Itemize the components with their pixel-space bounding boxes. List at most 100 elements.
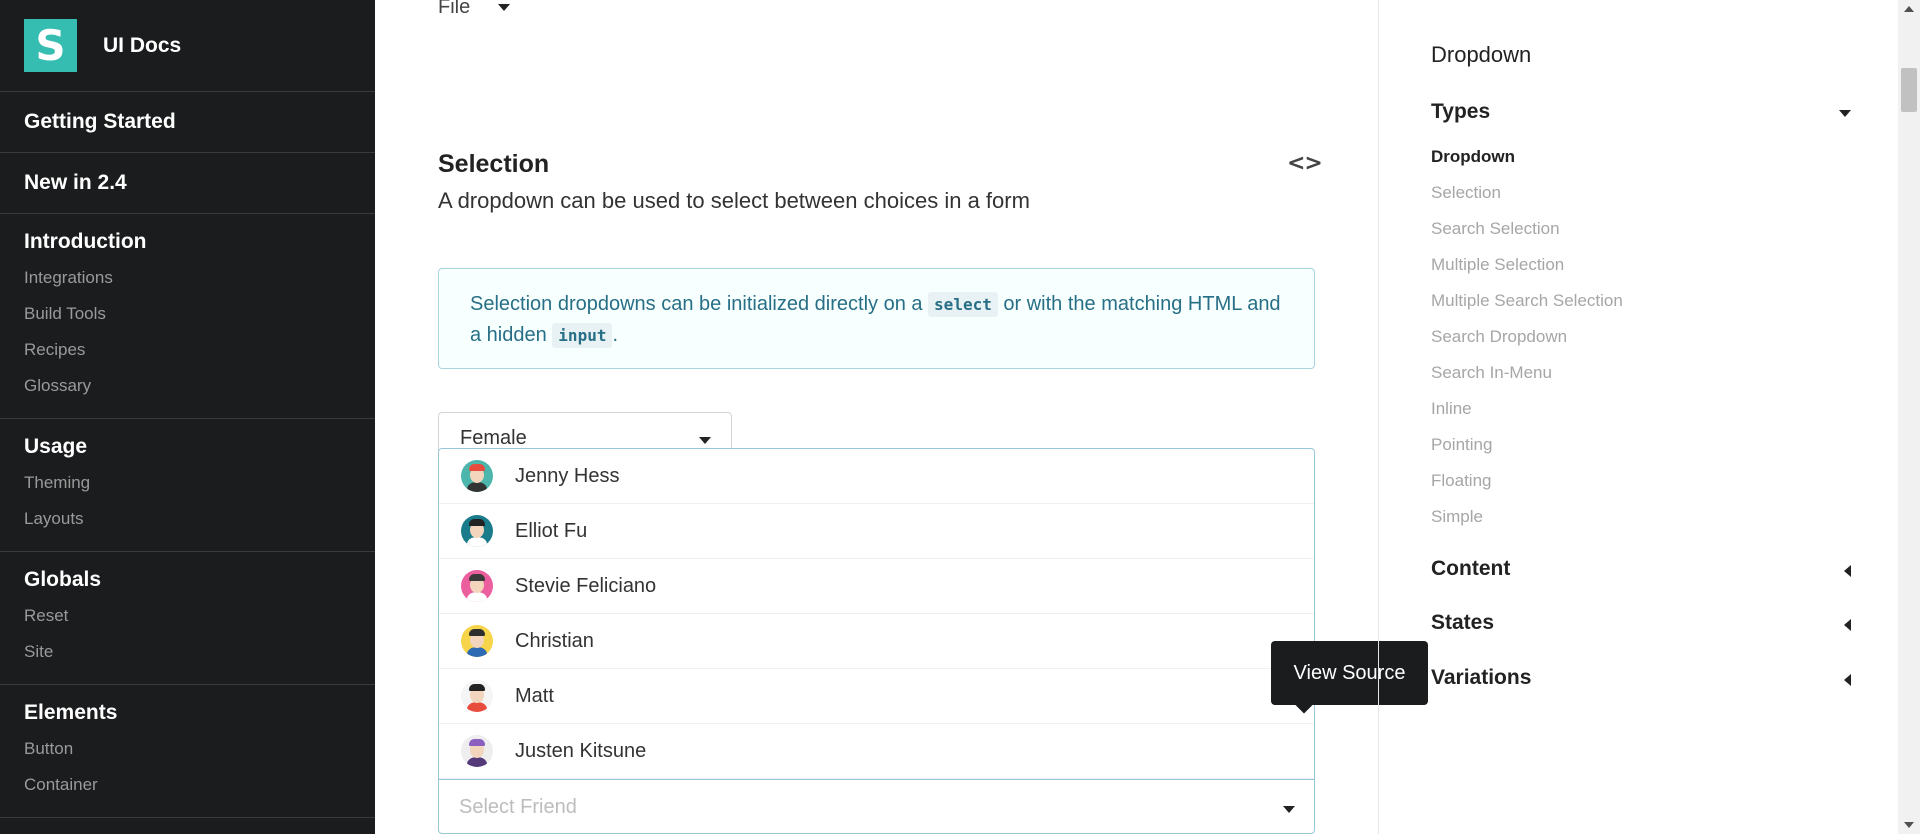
sidebar-heading-globals[interactable]: Globals bbox=[24, 552, 351, 598]
matt-avatar-icon bbox=[461, 680, 493, 712]
toc-item-multiple-selection[interactable]: Multiple Selection bbox=[1431, 247, 1623, 283]
christian-avatar-icon bbox=[461, 625, 493, 657]
select-friend-dropdown[interactable]: Select Friend bbox=[438, 779, 1315, 834]
sidebar-section-getting-started: Getting Started bbox=[0, 92, 375, 153]
sidebar-section-introduction: Introduction Integrations Build Tools Recip… bbox=[0, 214, 375, 419]
toc-group-label: Types bbox=[1431, 100, 1491, 123]
friend-option-christian[interactable]: Christian bbox=[439, 614, 1314, 669]
friend-option-elliot-fu[interactable]: Elliot Fu bbox=[439, 504, 1314, 559]
avatar-body bbox=[467, 592, 487, 602]
sidebar-item-reset[interactable]: Reset bbox=[24, 598, 351, 634]
toc-title: Dropdown bbox=[1431, 42, 1532, 67]
toc-group-states[interactable]: States bbox=[1431, 611, 1851, 635]
caret-left-icon bbox=[1844, 674, 1851, 686]
dropdown-caret-icon bbox=[699, 437, 711, 444]
sidebar-item-integrations[interactable]: Integrations bbox=[24, 260, 351, 296]
sidebar-nav: Getting Started New in 2.4 Introduction Int… bbox=[0, 92, 375, 818]
toc-item-search-selection[interactable]: Search Selection bbox=[1431, 211, 1623, 247]
avatar-hair bbox=[469, 574, 485, 581]
friend-option-matt[interactable]: Matt bbox=[439, 669, 1314, 724]
scroll-up-arrow-icon[interactable] bbox=[1904, 6, 1914, 12]
sidebar-section-elements: Elements Button Container bbox=[0, 685, 375, 818]
toc-group-label: Content bbox=[1431, 557, 1511, 580]
sidebar-item-layouts[interactable]: Layouts bbox=[24, 501, 351, 537]
gender-select-value: Female bbox=[460, 427, 527, 449]
avatar-hair bbox=[469, 519, 485, 526]
brand[interactable]: S UI Docs bbox=[0, 0, 375, 92]
section-description: A dropdown can be used to select between… bbox=[438, 188, 1030, 213]
toc-group-content[interactable]: Content bbox=[1431, 557, 1851, 581]
toc-item-floating[interactable]: Floating bbox=[1431, 463, 1623, 499]
toc-group-label: States bbox=[1431, 611, 1495, 634]
code-input: input bbox=[552, 323, 613, 348]
friend-name: Justen Kitsune bbox=[515, 739, 647, 762]
friend-name: Christian bbox=[515, 629, 594, 652]
avatar-body bbox=[467, 757, 487, 767]
friend-name: Matt bbox=[515, 684, 554, 707]
avatar-body bbox=[467, 647, 487, 657]
caret-down-icon bbox=[1839, 110, 1851, 117]
friend-name: Jenny Hess bbox=[515, 464, 620, 487]
justen-avatar-icon bbox=[461, 735, 493, 767]
sidebar-heading-elements[interactable]: Elements bbox=[24, 685, 351, 731]
elliot-avatar-icon bbox=[461, 515, 493, 547]
sidebar-item-recipes[interactable]: Recipes bbox=[24, 332, 351, 368]
avatar-hair bbox=[469, 464, 485, 471]
toc-group-variations[interactable]: Variations bbox=[1431, 666, 1851, 690]
toc-item-inline[interactable]: Inline bbox=[1431, 391, 1623, 427]
info-text-1: Selection dropdowns can be initialized d… bbox=[470, 293, 929, 315]
toc-item-dropdown[interactable]: Dropdown bbox=[1431, 139, 1623, 175]
toc-types-list: Dropdown Selection Search Selection Multipl… bbox=[1431, 139, 1623, 535]
toc-item-multiple-search-selection[interactable]: Multiple Search Selection bbox=[1431, 283, 1623, 319]
friend-option-jenny-hess[interactable]: Jenny Hess bbox=[439, 449, 1314, 504]
main-content: File Selection <> A dropdown can be used… bbox=[375, 0, 1378, 834]
avatar-body bbox=[467, 482, 487, 492]
jenny-avatar-icon bbox=[461, 460, 493, 492]
sidebar-section-globals: Globals Reset Site bbox=[0, 552, 375, 685]
friend-option-justen-kitsune[interactable]: Justen Kitsune bbox=[439, 724, 1314, 779]
toc-item-selection[interactable]: Selection bbox=[1431, 175, 1623, 211]
scrollbar[interactable] bbox=[1898, 0, 1920, 834]
toc-item-simple[interactable]: Simple bbox=[1431, 499, 1623, 535]
table-of-contents: Dropdown Types Content States Variations Dr… bbox=[1378, 0, 1898, 834]
friend-list: Jenny Hess Elliot Fu Stevie Feliciano Chris… bbox=[439, 449, 1314, 779]
toc-group-types[interactable]: Types bbox=[1431, 100, 1851, 124]
sidebar-item-theming[interactable]: Theming bbox=[24, 465, 351, 501]
toc-item-search-dropdown[interactable]: Search Dropdown bbox=[1431, 319, 1623, 355]
section-title: Selection bbox=[438, 150, 550, 178]
avatar-body bbox=[467, 537, 487, 547]
select-friend-placeholder: Select Friend bbox=[459, 796, 577, 818]
file-dropdown-label: File bbox=[438, 0, 471, 18]
sidebar-item-site[interactable]: Site bbox=[24, 634, 351, 670]
caret-left-icon bbox=[1844, 619, 1851, 631]
friend-name: Elliot Fu bbox=[515, 519, 588, 542]
sidebar-section-usage: Usage Theming Layouts bbox=[0, 419, 375, 552]
sidebar-item-build-tools[interactable]: Build Tools bbox=[24, 296, 351, 332]
stevie-avatar-icon bbox=[461, 570, 493, 602]
friend-option-stevie-feliciano[interactable]: Stevie Feliciano bbox=[439, 559, 1314, 614]
file-dropdown[interactable]: File bbox=[438, 0, 510, 19]
dropdown-caret-icon bbox=[497, 4, 510, 12]
dropdown-caret-icon bbox=[1283, 806, 1295, 813]
scroll-down-arrow-icon[interactable] bbox=[1904, 822, 1914, 828]
sidebar-item-button[interactable]: Button bbox=[24, 731, 351, 767]
sidebar-heading-introduction[interactable]: Introduction bbox=[24, 214, 351, 260]
toc-item-pointing[interactable]: Pointing bbox=[1431, 427, 1623, 463]
sidebar-section-new-in-2-4: New in 2.4 bbox=[0, 153, 375, 214]
code-select: select bbox=[928, 292, 998, 317]
sidebar-item-container[interactable]: Container bbox=[24, 767, 351, 803]
avatar-hair bbox=[469, 684, 485, 691]
friend-dropdown-menu: Jenny Hess Elliot Fu Stevie Feliciano Chris… bbox=[438, 448, 1315, 834]
sidebar-heading-new-in-2-4[interactable]: New in 2.4 bbox=[24, 153, 351, 213]
avatar-hair bbox=[469, 629, 485, 636]
sidebar-heading-usage[interactable]: Usage bbox=[24, 419, 351, 465]
logo-icon: S bbox=[24, 19, 77, 72]
scrollbar-thumb[interactable] bbox=[1901, 68, 1917, 112]
view-source-code-icon[interactable]: <> bbox=[1287, 151, 1323, 176]
sidebar-heading-getting-started[interactable]: Getting Started bbox=[24, 92, 351, 152]
info-text-3: . bbox=[612, 324, 619, 346]
avatar-body bbox=[467, 702, 487, 712]
toc-group-label: Variations bbox=[1431, 666, 1532, 689]
sidebar-item-glossary[interactable]: Glossary bbox=[24, 368, 351, 404]
toc-item-search-in-menu[interactable]: Search In-Menu bbox=[1431, 355, 1623, 391]
